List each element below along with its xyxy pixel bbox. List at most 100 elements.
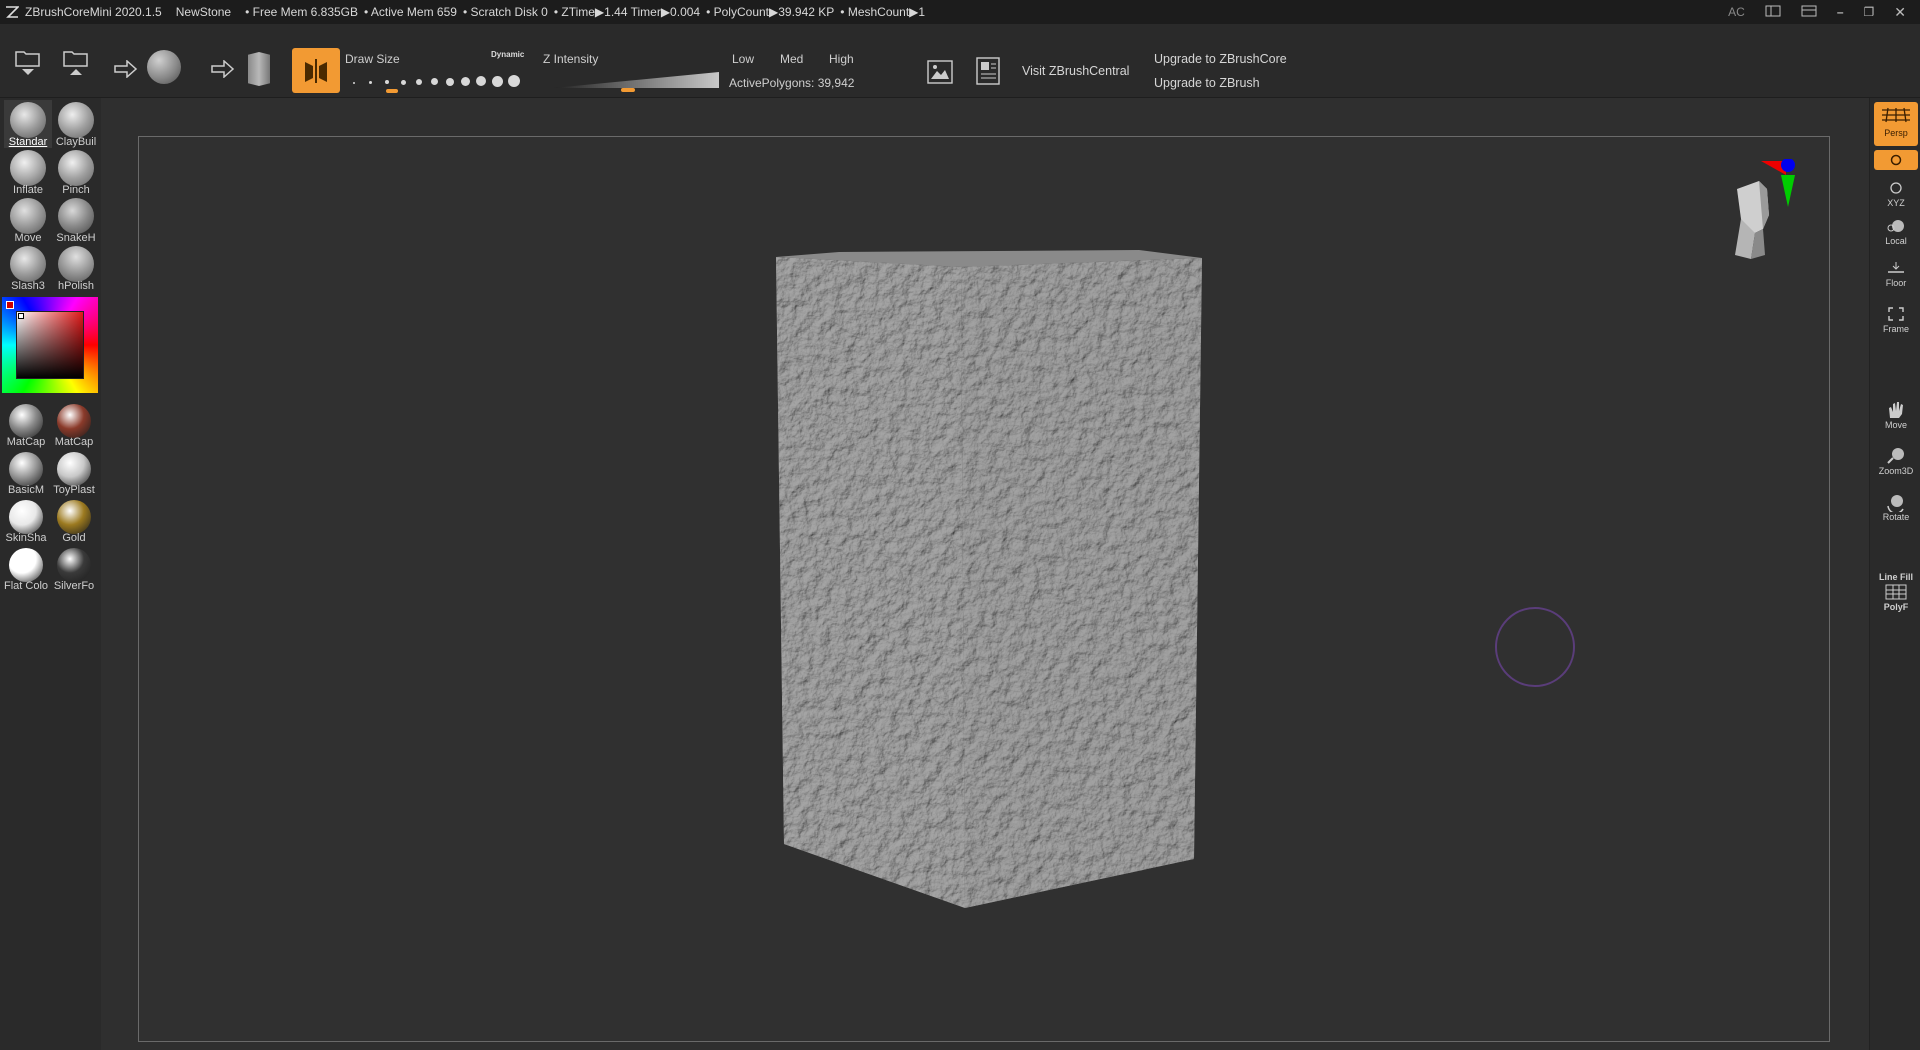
- head-gizmo-icon: [1735, 181, 1769, 259]
- xyz-button[interactable]: XYZ: [1874, 178, 1918, 208]
- ui-layout-icon[interactable]: [1801, 5, 1817, 20]
- brush-thumbnail-icon: [58, 102, 94, 138]
- material-sphere-icon: [57, 500, 91, 534]
- color-picker-handle[interactable]: [18, 313, 24, 319]
- size-dot[interactable]: [476, 76, 486, 86]
- material-flat-colo[interactable]: Flat Colo: [2, 546, 50, 594]
- upgrade-zbrush-link[interactable]: Upgrade to ZBrush: [1154, 76, 1260, 90]
- low-button[interactable]: Low: [732, 52, 754, 66]
- saturation-value-square[interactable]: [16, 311, 84, 379]
- high-button[interactable]: High: [829, 52, 854, 66]
- size-dot[interactable]: [508, 75, 520, 87]
- meshcount: • MeshCount▶1: [840, 5, 926, 19]
- picture-icon[interactable]: [927, 60, 953, 89]
- minimize-icon[interactable]: –: [1837, 5, 1844, 19]
- brush-slash3[interactable]: Slash3: [4, 244, 52, 292]
- brush-snakeh[interactable]: SnakeH: [52, 196, 100, 244]
- save-file-button[interactable]: [61, 44, 91, 76]
- right-shelf: Persp XYZ Local Floor Frame Move Zoom3D …: [1869, 98, 1920, 1050]
- local-button[interactable]: Local: [1874, 216, 1918, 246]
- brush-cursor: [1495, 607, 1575, 687]
- open-file-button[interactable]: [13, 44, 43, 76]
- brush-label: ClayBuil: [55, 136, 97, 148]
- local-label: Local: [1885, 236, 1907, 246]
- rotate-view-button[interactable]: Rotate: [1874, 492, 1918, 522]
- size-dot[interactable]: [461, 77, 470, 86]
- active-mem: • Active Mem 659: [364, 5, 457, 19]
- window-controls: AC – ❐ ✕: [1728, 0, 1920, 24]
- material-label: Gold: [62, 532, 86, 544]
- material-matcap[interactable]: MatCap: [50, 402, 98, 450]
- document-name: NewStone: [175, 5, 232, 19]
- frame-button[interactable]: Frame: [1874, 304, 1918, 334]
- grid-icon: [1874, 102, 1918, 128]
- material-silverfo[interactable]: SilverFo: [50, 546, 98, 594]
- material-skinsha[interactable]: SkinSha: [2, 498, 50, 546]
- brush-claybuil[interactable]: ClayBuil: [52, 100, 100, 148]
- restore-icon[interactable]: ❐: [1864, 5, 1875, 19]
- material-gold[interactable]: Gold: [50, 498, 98, 546]
- size-dot[interactable]: [369, 81, 372, 84]
- close-icon[interactable]: ✕: [1894, 4, 1906, 21]
- title-bar: ZBrushCoreMini 2020.1.5 NewStone • Free …: [0, 0, 1920, 24]
- z-intensity-label: Z Intensity: [543, 52, 599, 66]
- material-label: MatCap: [54, 436, 94, 448]
- brush-thumbnail-icon: [10, 246, 46, 282]
- floor-label: Floor: [1885, 278, 1907, 288]
- brush-thumbnail-icon: [58, 246, 94, 282]
- med-button[interactable]: Med: [780, 52, 803, 66]
- navigation-gizmo[interactable]: [1725, 158, 1805, 269]
- brush-thumbnail-icon: [58, 150, 94, 186]
- linefill-button[interactable]: Line Fill PolyF: [1874, 572, 1918, 612]
- size-dot[interactable]: [492, 76, 503, 87]
- brush-label: hPolish: [57, 280, 95, 292]
- material-label: SkinSha: [5, 532, 47, 544]
- brush-standar[interactable]: Standar: [4, 100, 52, 148]
- persp-button[interactable]: Persp: [1874, 102, 1918, 146]
- material-sphere-icon: [57, 452, 91, 486]
- layout-switch-icon[interactable]: [1765, 5, 1781, 20]
- stone-mesh[interactable]: [139, 137, 1829, 1041]
- tool-sphere-button[interactable]: [147, 50, 181, 84]
- brush-move[interactable]: Move: [4, 196, 52, 244]
- z-intensity-slider[interactable]: [553, 70, 719, 94]
- size-dot[interactable]: [385, 80, 389, 84]
- visit-zbrushcentral-link[interactable]: Visit ZBrushCentral: [1022, 64, 1129, 78]
- size-dot[interactable]: [416, 79, 422, 85]
- size-dot[interactable]: [431, 78, 438, 85]
- size-dot[interactable]: [353, 82, 355, 84]
- linefill-label: Line Fill: [1878, 572, 1913, 582]
- brush-thumbnail-icon: [10, 102, 46, 138]
- brush-pinch[interactable]: Pinch: [52, 148, 100, 196]
- size-dot[interactable]: [446, 78, 454, 86]
- brush-hpolish[interactable]: hPolish: [52, 244, 100, 292]
- material-basicm[interactable]: BasicM: [2, 450, 50, 498]
- upgrade-zbrushcore-link[interactable]: Upgrade to ZBrushCore: [1154, 52, 1287, 66]
- dynamic-toggle[interactable]: Dynamic: [491, 50, 524, 59]
- material-label: ToyPlast: [53, 484, 95, 496]
- tool-cube-button[interactable]: [248, 52, 270, 86]
- zoom3d-button[interactable]: Zoom3D: [1874, 446, 1918, 476]
- main-color-swatch[interactable]: [6, 301, 14, 309]
- document-icon[interactable]: [975, 56, 1001, 91]
- color-picker[interactable]: [2, 297, 98, 393]
- document-viewport[interactable]: [138, 136, 1830, 1042]
- material-matcap[interactable]: MatCap: [2, 402, 50, 450]
- draw-size-label: Draw Size: [345, 52, 400, 66]
- size-dot[interactable]: [401, 80, 406, 85]
- material-label: MatCap: [6, 436, 46, 448]
- floor-button[interactable]: Floor: [1874, 258, 1918, 288]
- symmetry-button[interactable]: [292, 48, 340, 93]
- xyz-label: XYZ: [1887, 198, 1905, 208]
- brush-label: SnakeH: [56, 232, 96, 244]
- z-intensity-marker[interactable]: [621, 88, 635, 92]
- material-toyplast[interactable]: ToyPlast: [50, 450, 98, 498]
- floor-grid-toggle[interactable]: [1874, 150, 1918, 170]
- left-shelf: Standar ClayBuil Inflate Pinch Move SnakeH Sla…: [0, 98, 101, 1050]
- hand-icon: [1874, 400, 1918, 420]
- draw-size-selector[interactable]: [345, 68, 525, 98]
- top-toolbar: Draw Size Dynamic Z Intensity Low Med Hi…: [0, 24, 1920, 98]
- zoom3d-label: Zoom3D: [1878, 466, 1914, 476]
- brush-inflate[interactable]: Inflate: [4, 148, 52, 196]
- move-view-button[interactable]: Move: [1874, 400, 1918, 430]
